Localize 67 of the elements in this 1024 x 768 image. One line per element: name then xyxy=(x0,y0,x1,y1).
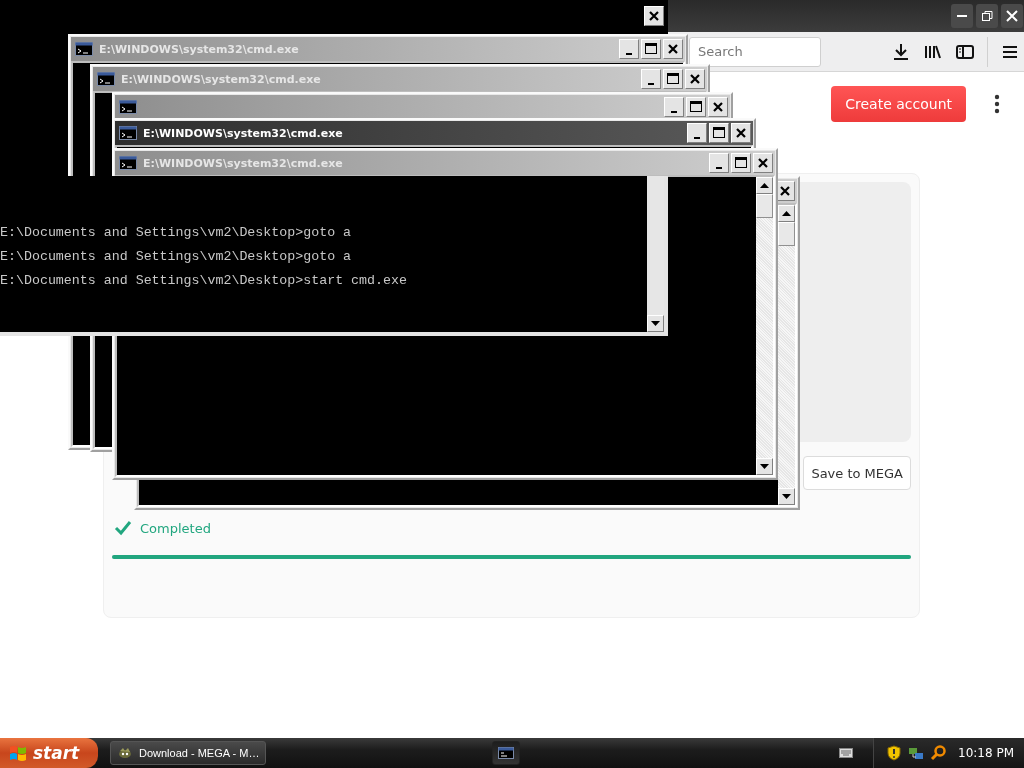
scroll-down-button[interactable] xyxy=(647,315,664,332)
minimize-button[interactable] xyxy=(641,69,661,89)
maximize-button[interactable] xyxy=(731,153,751,173)
search-icon xyxy=(930,745,946,761)
more-icon xyxy=(994,94,1000,114)
status-text: Completed xyxy=(140,520,211,536)
check-icon xyxy=(114,520,132,536)
close-button[interactable] xyxy=(663,39,683,59)
scroll-down-button[interactable] xyxy=(778,488,795,505)
search-field[interactable]: Search xyxy=(689,36,821,67)
start-button[interactable]: start xyxy=(0,738,98,768)
minimize-icon xyxy=(671,111,677,113)
maximize-button[interactable] xyxy=(641,39,661,59)
console-line: E:\Documents and Settings\vm2\Desktop>start cmd.exe xyxy=(0,272,408,290)
close-button[interactable] xyxy=(753,153,773,173)
down-arrow-icon xyxy=(782,494,791,499)
console-icon xyxy=(119,156,137,170)
minimize-button[interactable] xyxy=(709,153,729,173)
taskbar-button[interactable]: Download - MEGA - M… xyxy=(110,741,267,765)
console-line: E:\Documents and Settings\vm2\Desktop>goto a xyxy=(0,224,353,242)
minimize-icon xyxy=(626,53,632,55)
maximize-button[interactable] xyxy=(663,69,683,89)
download-icon xyxy=(891,41,911,62)
console-line: E:\Documents and Settings\vm2\Desktop>goto a xyxy=(0,248,353,266)
console-icon xyxy=(97,72,115,86)
window-title: E:\WINDOWS\system32\cmd.exe xyxy=(121,72,321,86)
minimize-button[interactable] xyxy=(951,4,973,28)
minimize-icon xyxy=(716,167,722,169)
down-arrow-icon xyxy=(651,321,660,326)
window-title: E:\WINDOWS\system32\cmd.exe xyxy=(143,126,343,140)
window-title: E:\WINDOWS\system32\cmd.exe xyxy=(143,156,343,170)
create-account-button[interactable]: Create account xyxy=(831,86,966,122)
console-icon xyxy=(119,100,137,114)
windows-logo-icon xyxy=(8,744,28,762)
more-button[interactable] xyxy=(992,93,1002,115)
clock: 10:18 PM xyxy=(958,746,1014,760)
scroll-down-button[interactable] xyxy=(756,458,773,475)
minimize-icon xyxy=(957,15,967,17)
scroll-up-button[interactable] xyxy=(756,177,773,194)
close-button[interactable] xyxy=(1001,4,1023,28)
up-arrow-icon xyxy=(760,183,769,188)
scroll-thumb[interactable] xyxy=(756,194,773,218)
close-button[interactable] xyxy=(731,123,751,143)
minimize-icon xyxy=(648,83,654,85)
console-icon xyxy=(119,126,137,140)
minimize-button[interactable] xyxy=(687,123,707,143)
window-title: E:\WINDOWS\system32\cmd.exe xyxy=(99,42,299,56)
taskbar-button[interactable] xyxy=(492,741,521,765)
keyboard-icon xyxy=(839,748,853,758)
close-button[interactable] xyxy=(708,97,728,117)
console-icon xyxy=(498,747,515,759)
console-icon xyxy=(75,42,93,56)
maximize-button[interactable] xyxy=(686,97,706,117)
minimize-icon xyxy=(694,137,700,139)
save-button[interactable]: Save to MEGA xyxy=(803,456,911,490)
restore-button[interactable] xyxy=(976,4,998,28)
down-arrow-icon xyxy=(760,464,769,469)
minimize-button[interactable] xyxy=(664,97,684,117)
scroll-up-button[interactable] xyxy=(778,205,795,222)
close-button[interactable] xyxy=(685,69,705,89)
network-icon xyxy=(908,745,924,761)
close-button[interactable] xyxy=(644,6,664,26)
maximize-button[interactable] xyxy=(709,123,729,143)
shield-icon xyxy=(886,745,902,761)
up-arrow-icon xyxy=(782,211,791,216)
scroll-thumb[interactable] xyxy=(778,222,795,246)
minimize-button[interactable] xyxy=(619,39,639,59)
